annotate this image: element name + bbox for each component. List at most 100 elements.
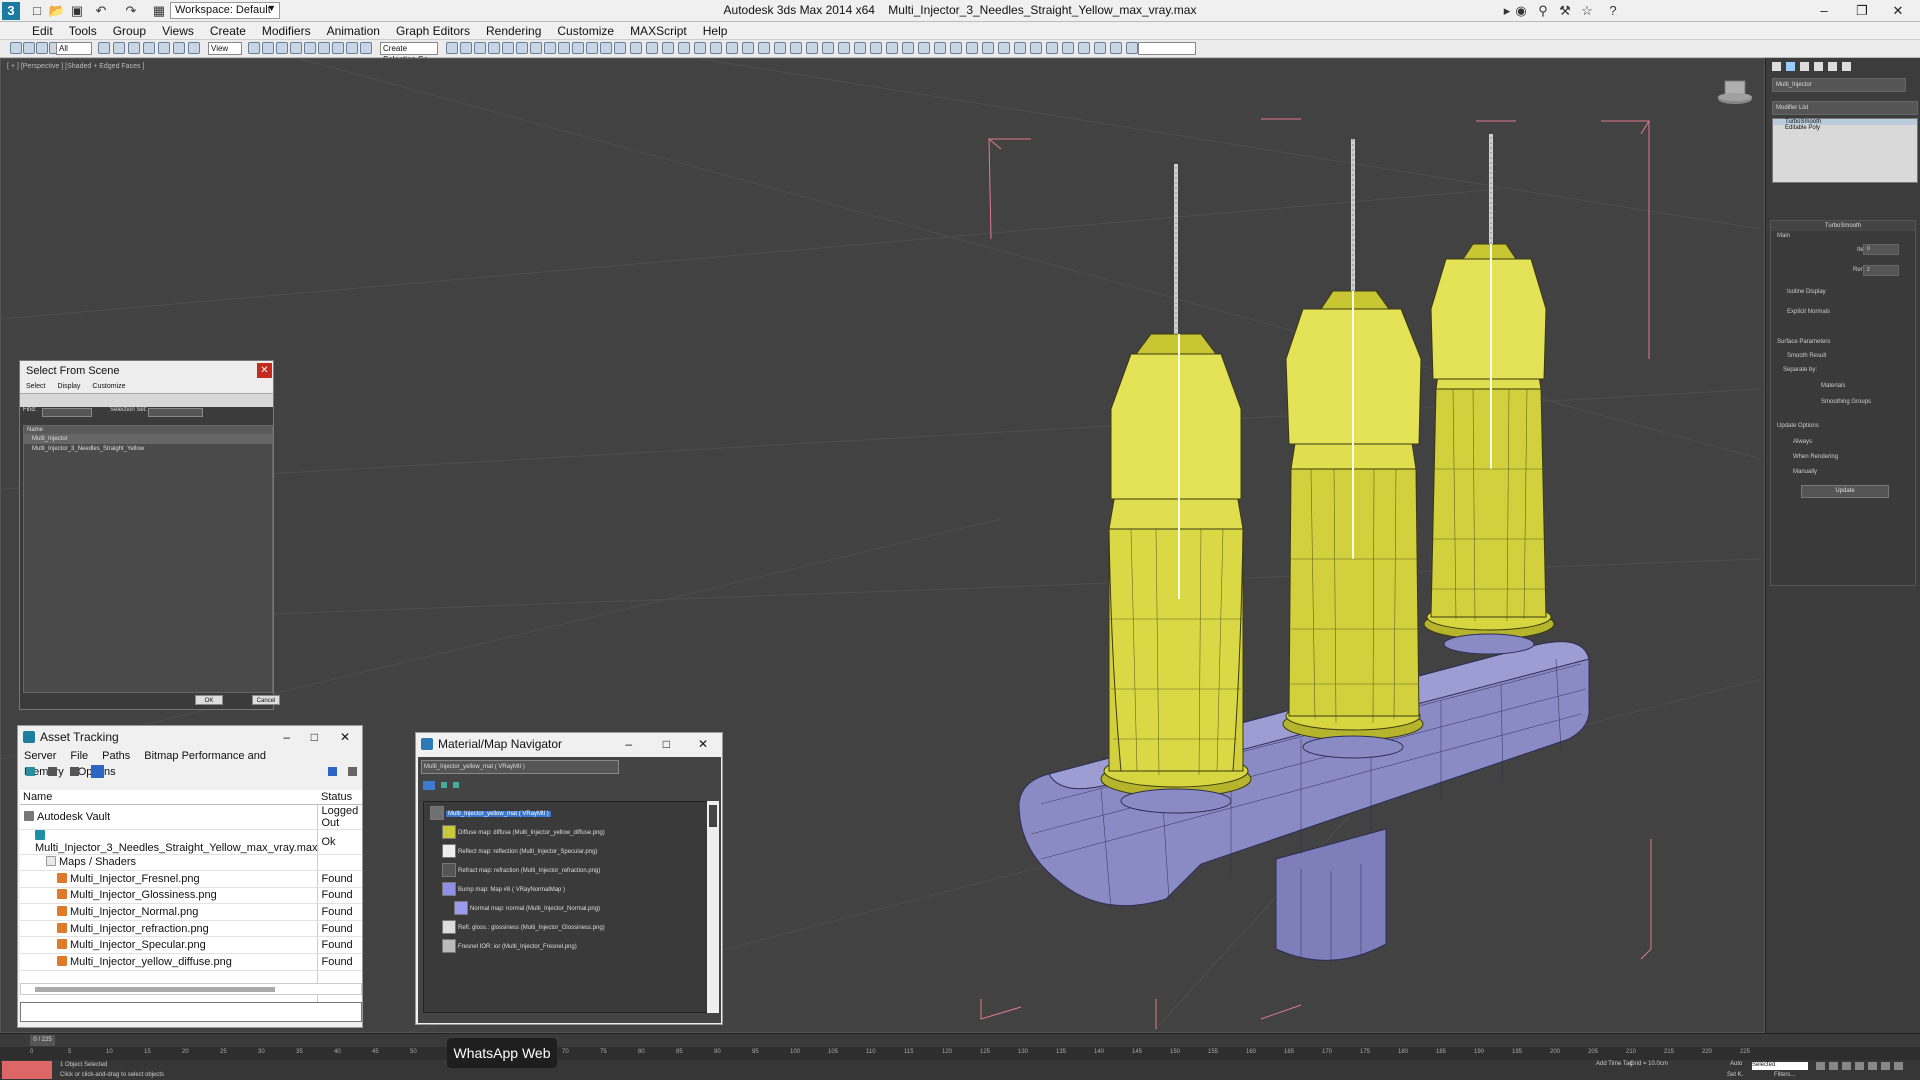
toolbar-tool-icon[interactable] — [982, 42, 994, 54]
hierarchy-tab-icon[interactable] — [1800, 62, 1809, 71]
always-radio[interactable]: Always — [1793, 439, 1812, 445]
ok-button[interactable]: OK — [195, 695, 223, 705]
name-column-header[interactable]: Name — [24, 426, 272, 434]
smooth-result-checkbox[interactable]: Smooth Result — [1787, 353, 1826, 359]
small-icons-icon[interactable] — [441, 782, 447, 788]
toolbar-tool-icon[interactable] — [586, 42, 598, 54]
toolbar-tool-icon[interactable] — [710, 42, 722, 54]
time-slider[interactable]: 0 / 225 — [0, 1033, 1920, 1047]
list-view-icon[interactable] — [423, 781, 435, 790]
toolbar-tool-icon[interactable] — [558, 42, 570, 54]
toolbar-tool-icon[interactable] — [530, 42, 542, 54]
list-view-icon[interactable] — [48, 767, 57, 776]
maximize-icon[interactable]: □ — [311, 726, 318, 748]
toolbar-tool-icon[interactable] — [128, 42, 140, 54]
selection-filter-dropdown[interactable]: All — [56, 42, 92, 55]
binoculars-icon[interactable]: ◉ — [1512, 2, 1530, 20]
add-time-tag[interactable]: Add Time Tag — [1596, 1061, 1633, 1067]
maximize-icon[interactable]: □ — [663, 733, 670, 755]
toolbar-tool-icon[interactable] — [1046, 42, 1058, 54]
toolbar-tool-icon[interactable] — [262, 42, 274, 54]
save-icon[interactable]: ▣ — [68, 2, 86, 20]
auto-key-label[interactable]: Auto — [1730, 1061, 1742, 1067]
list-item[interactable]: Multi_Injector — [24, 434, 272, 444]
menu-display[interactable]: Display — [57, 383, 80, 390]
tools-icon[interactable]: ⚒ — [1556, 2, 1574, 20]
key-filters-button[interactable]: Filters... — [1774, 1072, 1795, 1078]
scrollbar-thumb[interactable] — [35, 987, 275, 992]
table-row[interactable]: Multi_Injector_Fresnel.png Found — [20, 870, 362, 888]
key-filter-dropdown[interactable]: Selected — [1752, 1062, 1808, 1070]
large-icons-icon[interactable] — [453, 782, 459, 788]
maxscript-listener[interactable] — [2, 1061, 52, 1079]
toolbar-tool-icon[interactable] — [318, 42, 330, 54]
time-slider-thumb[interactable]: 0 / 225 — [30, 1035, 55, 1046]
toolbar-tool-icon[interactable] — [516, 42, 528, 54]
motion-tab-icon[interactable] — [1814, 62, 1823, 71]
minimize-icon[interactable]: – — [283, 726, 290, 748]
scrollbar-thumb[interactable] — [709, 805, 717, 827]
table-row[interactable]: Multi_Injector_Normal.png Found — [20, 903, 362, 921]
table-row[interactable]: Autodesk Vault Logged Out — [20, 804, 362, 830]
key-icon[interactable]: ⚲ — [1534, 2, 1552, 20]
menu-create[interactable]: Create — [202, 22, 254, 39]
close-icon[interactable]: ✕ — [257, 363, 272, 378]
track-bar[interactable]: 0510152025303540455055606570758085909510… — [0, 1047, 1920, 1060]
toolbar-tool-icon[interactable] — [600, 42, 612, 54]
toolbar-tool-icon[interactable] — [346, 42, 358, 54]
when-rendering-radio[interactable]: When Rendering — [1793, 454, 1838, 460]
toolbar-tool-icon[interactable] — [23, 42, 35, 54]
viewcube-icon[interactable] — [1718, 80, 1752, 104]
selection-set-dropdown[interactable] — [148, 408, 203, 417]
tree-view-icon[interactable] — [70, 767, 79, 776]
toolbar-tool-icon[interactable] — [678, 42, 690, 54]
toolbar-tool-icon[interactable] — [918, 42, 930, 54]
menu-help[interactable]: Help — [695, 22, 736, 39]
table-row[interactable]: Multi_Injector_yellow_diffuse.png Found — [20, 953, 362, 971]
toolbar-tool-icon[interactable] — [790, 42, 802, 54]
menu-customize[interactable]: Customize — [92, 383, 125, 390]
toolbar-tool-icon[interactable] — [474, 42, 486, 54]
table-view-icon[interactable] — [91, 765, 104, 778]
name-column-header[interactable]: Name — [20, 790, 318, 805]
toolbar-tool-icon[interactable] — [662, 42, 674, 54]
menu-maxscript[interactable]: MAXScript — [622, 22, 695, 39]
menu-rendering[interactable]: Rendering — [478, 22, 549, 39]
toolbar-tool-icon[interactable] — [838, 42, 850, 54]
toolbar-tool-icon[interactable] — [113, 42, 125, 54]
toolbar-tool-icon[interactable] — [502, 42, 514, 54]
reference-coordinate-dropdown[interactable]: View — [208, 42, 242, 55]
minimize-icon[interactable]: – — [625, 733, 632, 755]
status-column-header[interactable]: Status — [317, 790, 362, 805]
toolbar-tool-icon[interactable] — [276, 42, 288, 54]
injector-left[interactable] — [1100, 164, 1252, 814]
material-tree-node[interactable]: Refract map: refraction (Multi_Injector_… — [442, 863, 600, 879]
toolbar-tool-icon[interactable] — [332, 42, 344, 54]
toolbar-tool-icon[interactable] — [188, 42, 200, 54]
material-name-field[interactable]: Multi_Injector_yellow_mat ( VRayMtl ) — [421, 760, 619, 774]
toolbar-tool-icon[interactable] — [1078, 42, 1090, 54]
toolbar-tool-icon[interactable] — [822, 42, 834, 54]
toolbar-tool-icon[interactable] — [742, 42, 754, 54]
app-logo-icon[interactable]: 3 — [2, 2, 20, 20]
toolbar-tool-icon[interactable] — [1126, 42, 1138, 54]
table-row[interactable]: Maps / Shaders — [20, 854, 362, 872]
close-window-button[interactable]: ✕ — [1876, 0, 1920, 22]
find-input[interactable] — [42, 408, 92, 417]
workspace-dropdown[interactable]: Workspace: Default ▼ — [170, 2, 280, 19]
star-icon[interactable]: ☆ — [1578, 2, 1596, 20]
toolbar-tool-icon[interactable] — [143, 42, 155, 54]
utilities-tab-icon[interactable] — [1842, 62, 1851, 71]
select-from-scene-title[interactable]: Select From Scene — [20, 361, 273, 381]
vertical-scrollbar[interactable] — [707, 801, 719, 1013]
rollout-title[interactable]: TurboSmooth — [1771, 221, 1915, 231]
settings-icon[interactable] — [348, 767, 357, 776]
undo-icon[interactable]: ↶ — [92, 2, 110, 20]
material-tree-node[interactable]: Refl. gloss.: glossiness (Multi_Injector… — [442, 920, 605, 936]
toolbar-tool-icon[interactable] — [10, 42, 22, 54]
close-icon[interactable]: ✕ — [698, 733, 708, 755]
toolbar-tool-icon[interactable] — [290, 42, 302, 54]
toolbar-tool-icon[interactable] — [630, 42, 642, 54]
injector-middle[interactable] — [1282, 139, 1424, 759]
smoothing-groups-checkbox[interactable]: Smoothing Groups — [1821, 399, 1871, 405]
